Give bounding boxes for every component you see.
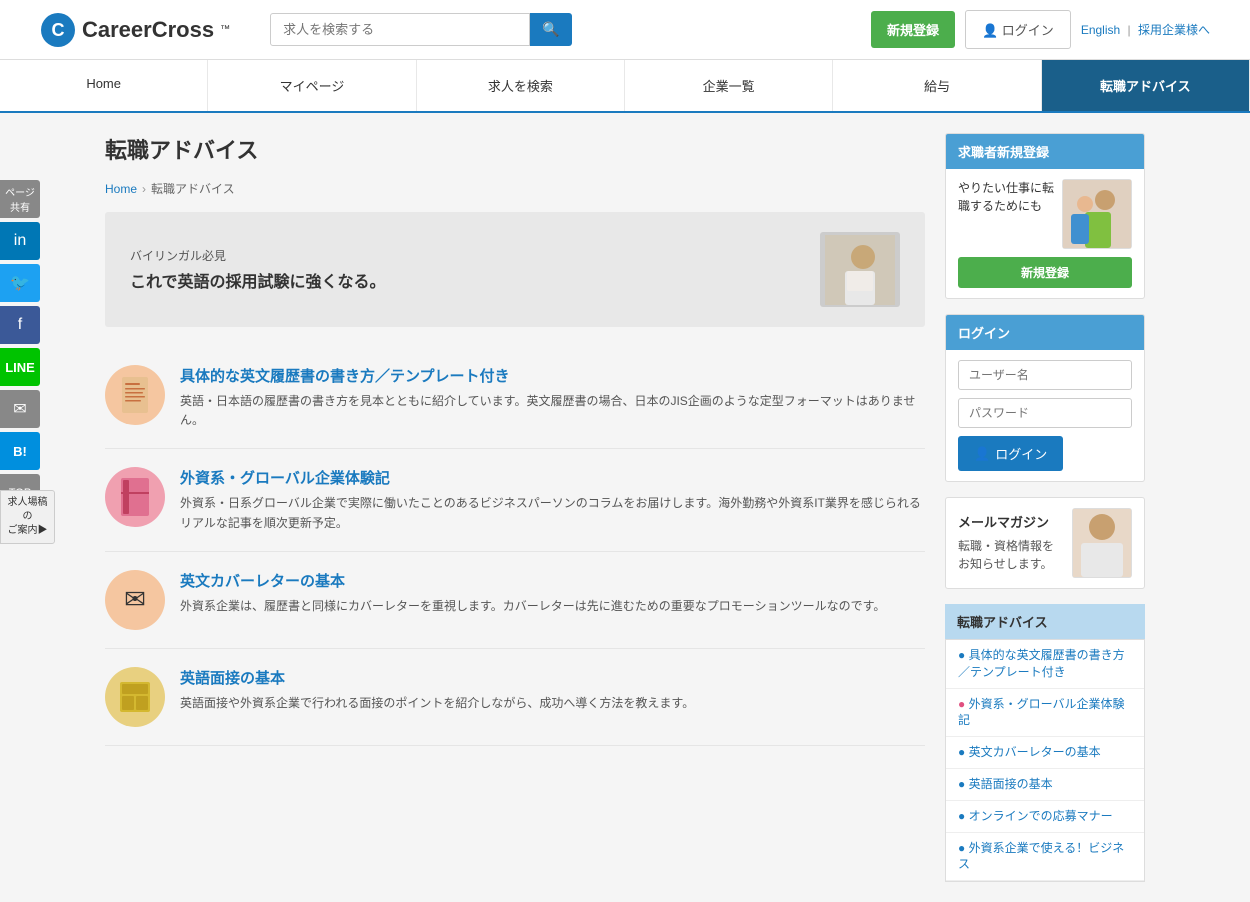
mail-share-button[interactable]: ✉ xyxy=(0,390,40,428)
main-content: 転職アドバイス Home › 転職アドバイス バイリンガル必見 これで英語の採用… xyxy=(105,133,925,882)
article-content-global: 外資系・グローバル企業体験記 外資系・日系グローバル企業で実際に働いたことのある… xyxy=(180,467,925,532)
page-share-label[interactable]: ページ共有 xyxy=(0,180,40,218)
banner-image xyxy=(820,232,900,307)
header-right: 新規登録 👤 ログイン English | 採用企業様へ xyxy=(871,10,1210,49)
line-share-button[interactable]: LINE xyxy=(0,348,40,386)
main-navigation: Home マイページ 求人を検索 企業一覧 給与 転職アドバイス xyxy=(0,60,1250,113)
logo-tm: ™ xyxy=(220,24,230,35)
sidebar-nav-item-3[interactable]: ● 英語面接の基本 xyxy=(946,769,1144,801)
article-content-resume: 具体的な英文履歴書の書き方／テンプレート付き 英語・日本語の履歴書の書き方を見本… xyxy=(180,365,925,430)
banner-subtitle: バイリンガル必見 xyxy=(130,247,386,264)
article-resume: 具体的な英文履歴書の書き方／テンプレート付き 英語・日本語の履歴書の書き方を見本… xyxy=(105,347,925,449)
article-icon-resume xyxy=(105,365,165,425)
nav-home[interactable]: Home xyxy=(0,60,208,111)
article-content-interview: 英語面接の基本 英語面接や外資系企業で行われる面接のポイントを紹介しながら、成功… xyxy=(180,667,694,713)
article-title-cover[interactable]: 英文カバーレターの基本 xyxy=(180,570,885,591)
sidebar-advice-nav: 転職アドバイス ● 具体的な英文履歴書の書き方／テンプレート付き ● 外資系・グ… xyxy=(945,604,1145,882)
nav-career-advice[interactable]: 転職アドバイス xyxy=(1042,60,1250,111)
password-input[interactable] xyxy=(958,398,1132,428)
sidebar-nav-list: ● 具体的な英文履歴書の書き方／テンプレート付き ● 外資系・グローバル企業体験… xyxy=(945,639,1145,882)
sidebar-signup-button[interactable]: 新規登録 xyxy=(958,257,1132,288)
sidebar-login-title: ログイン xyxy=(946,315,1144,350)
sidebar-promo: やりたい仕事に転職するためにも xyxy=(958,179,1132,249)
twitter-share-button[interactable]: 🐦 xyxy=(0,264,40,302)
nav-companies[interactable]: 企業一覧 xyxy=(625,60,833,111)
sidebar-login-card: ログイン 👤 ログイン xyxy=(945,314,1145,482)
sidebar-nav-item-2[interactable]: ● 英文カバーレターの基本 xyxy=(946,737,1144,769)
sidebar-mail-card: メールマガジン 転職・資格情報をお知らせします。 xyxy=(945,497,1145,589)
sidebar-promo-text: やりたい仕事に転職するためにも xyxy=(958,179,1054,215)
logo[interactable]: C CareerCross ™ xyxy=(40,12,230,48)
social-sidebar: ページ共有 in 🐦 f LINE ✉ B! TOP xyxy=(0,180,40,512)
article-content-cover: 英文カバーレターの基本 外資系企業は、履歴書と同様にカバーレターを重視します。カ… xyxy=(180,570,885,616)
employer-link[interactable]: 採用企業様へ xyxy=(1138,23,1210,37)
sidebar-nav-item-5[interactable]: ● 外資系企業で使える！ビジネス xyxy=(946,833,1144,882)
breadcrumb: Home › 転職アドバイス xyxy=(105,180,925,197)
breadcrumb-current: 転職アドバイス xyxy=(151,180,235,197)
banner-text: バイリンガル必見 これで英語の採用試験に強くなる。 xyxy=(130,247,386,292)
search-input[interactable] xyxy=(270,13,530,46)
article-icon-interview xyxy=(105,667,165,727)
mail-mag-title: メールマガジン xyxy=(958,513,1064,533)
logo-text: CareerCross xyxy=(82,17,214,43)
nav-salary[interactable]: 給与 xyxy=(833,60,1041,111)
language-area: English | 採用企業様へ xyxy=(1081,21,1210,38)
article-desc-global: 外資系・日系グローバル企業で実際に働いたことのあるビジネスパーソンのコラムをお届… xyxy=(180,494,925,532)
nav-search-jobs[interactable]: 求人を検索 xyxy=(417,60,625,111)
article-icon-cover: ✉ xyxy=(105,570,165,630)
breadcrumb-home[interactable]: Home xyxy=(105,182,137,196)
login-button[interactable]: 👤 ログイン xyxy=(965,10,1071,49)
hatena-share-button[interactable]: B! xyxy=(0,432,40,470)
sidebar-signup-body: やりたい仕事に転職するためにも 新規登録 xyxy=(946,169,1144,298)
search-button[interactable]: 🔍 xyxy=(530,13,571,46)
signup-button[interactable]: 新規登録 xyxy=(871,11,955,48)
article-desc-interview: 英語面接や外資系企業で行われる面接のポイントを紹介しながら、成功へ導く方法を教え… xyxy=(180,694,694,713)
sidebar-nav-item-0[interactable]: ● 具体的な英文履歴書の書き方／テンプレート付き xyxy=(946,640,1144,689)
article-cover: ✉ 英文カバーレターの基本 外資系企業は、履歴書と同様にカバーレターを重視します… xyxy=(105,552,925,649)
login-icon: 👤 xyxy=(982,23,998,38)
username-input[interactable] xyxy=(958,360,1132,390)
job-banner[interactable]: 求人場稿のご案内▶ xyxy=(0,490,55,544)
nav-mypage[interactable]: マイページ xyxy=(208,60,416,111)
hero-banner[interactable]: バイリンガル必見 これで英語の採用試験に強くなる。 xyxy=(105,212,925,327)
sidebar-promo-image xyxy=(1062,179,1132,249)
breadcrumb-sep: › xyxy=(142,182,146,196)
banner-title: これで英語の採用試験に強くなる。 xyxy=(130,268,386,292)
page-title: 転職アドバイス xyxy=(105,133,925,165)
lang-separator: | xyxy=(1128,23,1131,37)
mail-mag-desc: 転職・資格情報をお知らせします。 xyxy=(958,537,1064,573)
article-interview: 英語面接の基本 英語面接や外資系企業で行われる面接のポイントを紹介しながら、成功… xyxy=(105,649,925,746)
article-title-resume[interactable]: 具体的な英文履歴書の書き方／テンプレート付き xyxy=(180,365,925,386)
article-icon-global xyxy=(105,467,165,527)
sidebar-mail-body: メールマガジン 転職・資格情報をお知らせします。 xyxy=(946,498,1144,588)
mail-mag-text: メールマガジン 転職・資格情報をお知らせします。 xyxy=(958,513,1064,573)
article-global: 外資系・グローバル企業体験記 外資系・日系グローバル企業で実際に働いたことのある… xyxy=(105,449,925,551)
article-title-global[interactable]: 外資系・グローバル企業体験記 xyxy=(180,467,925,488)
svg-text:C: C xyxy=(52,20,65,40)
linkedin-share-button[interactable]: in xyxy=(0,222,40,260)
sidebar-signup-card: 求職者新規登録 やりたい仕事に転職するためにも xyxy=(945,133,1145,299)
article-title-interview[interactable]: 英語面接の基本 xyxy=(180,667,694,688)
login-form-icon: 👤 xyxy=(974,446,990,462)
facebook-share-button[interactable]: f xyxy=(0,306,40,344)
login-form-button[interactable]: 👤 ログイン xyxy=(958,436,1063,471)
login-form: 👤 ログイン xyxy=(946,350,1144,481)
logo-icon: C xyxy=(40,12,76,48)
sidebar-nav-item-1[interactable]: ● 外資系・グローバル企業体験記 xyxy=(946,689,1144,738)
sidebar-advice-title: 転職アドバイス xyxy=(945,604,1145,639)
sidebar-signup-title: 求職者新規登録 xyxy=(946,134,1144,169)
search-area: 🔍 xyxy=(270,13,590,46)
sidebar: 求職者新規登録 やりたい仕事に転職するためにも xyxy=(945,133,1145,882)
mail-mag-content: メールマガジン 転職・資格情報をお知らせします。 xyxy=(958,508,1132,578)
article-desc-resume: 英語・日本語の履歴書の書き方を見本とともに紹介しています。英文履歴書の場合、日本… xyxy=(180,392,925,430)
sidebar-nav-item-4[interactable]: ● オンラインでの応募マナー xyxy=(946,801,1144,833)
page-content: 転職アドバイス Home › 転職アドバイス バイリンガル必見 これで英語の採用… xyxy=(75,113,1175,902)
header: C CareerCross ™ 🔍 新規登録 👤 ログイン English | 採… xyxy=(0,0,1250,60)
mail-mag-image xyxy=(1072,508,1132,578)
article-desc-cover: 外資系企業は、履歴書と同様にカバーレターを重視します。カバーレターは先に進むため… xyxy=(180,597,885,616)
english-link[interactable]: English xyxy=(1081,23,1120,37)
